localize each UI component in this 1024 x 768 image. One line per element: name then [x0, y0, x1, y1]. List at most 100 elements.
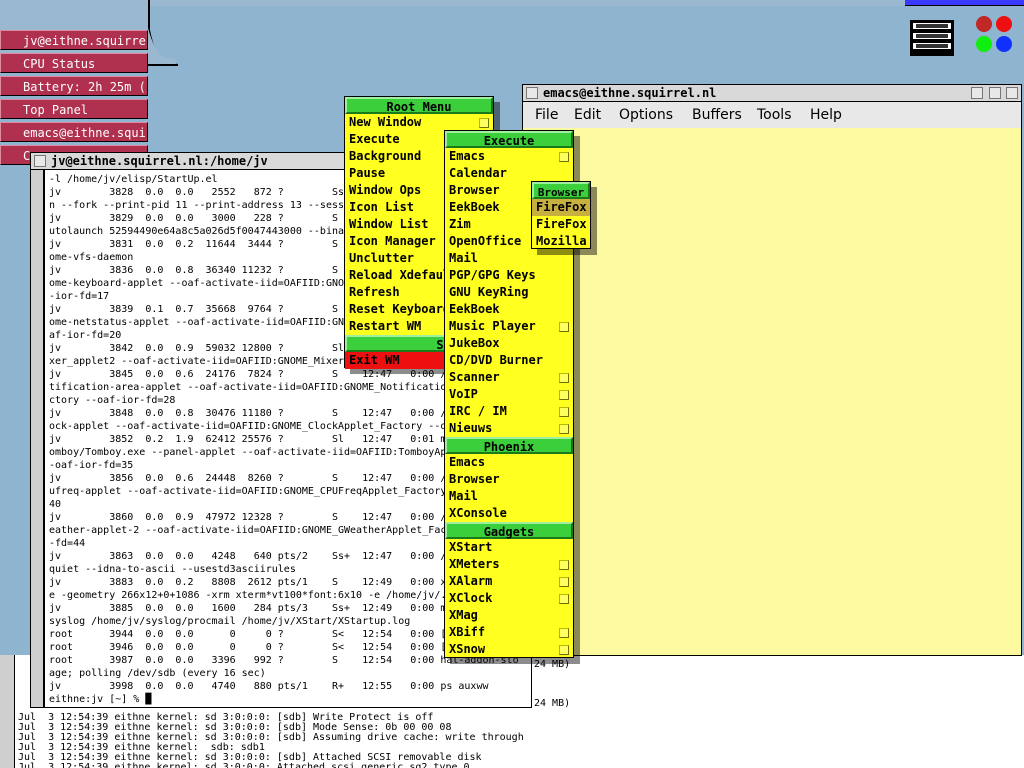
phoenix-item-mail[interactable]: Mail	[445, 488, 573, 505]
browser-item-mozilla[interactable]: Mozilla	[532, 233, 590, 250]
maximize-button[interactable]	[989, 87, 1001, 99]
phoenix-item-emacs[interactable]: Emacs	[445, 454, 573, 471]
browser-item-label: Mozilla	[536, 234, 587, 248]
close-button[interactable]	[1006, 87, 1018, 99]
panel-item-terminal[interactable]: jv@eithne.squirrel	[0, 30, 148, 50]
console-scrollbar[interactable]	[0, 655, 15, 768]
gadgets-item-xsnow[interactable]: XSnow	[445, 641, 573, 658]
root-menu-item-label: Icon Manager	[349, 234, 436, 248]
emacs-titlebar[interactable]: emacs@eithne.squirrel.nl	[522, 84, 1022, 102]
panel-item-battery[interactable]: Battery: 2h 25m (-	[0, 76, 148, 96]
execute-menu-item-pgp-gpg-keys[interactable]: PGP/GPG Keys	[445, 267, 573, 284]
execute-menu-item-label: Emacs	[449, 149, 486, 163]
submenu-arrow-icon	[479, 118, 489, 128]
execute-menu-item-label: Zim	[449, 217, 471, 231]
menu-help[interactable]: Help	[810, 107, 842, 123]
panel-item-emacs[interactable]: emacs@eithne.squir	[0, 122, 148, 142]
gadgets-item-xalarm[interactable]: XAlarm	[445, 573, 573, 590]
window-menu-button[interactable]	[34, 155, 46, 167]
submenu-arrow-icon	[559, 152, 569, 162]
root-menu-item-label: Reload Xdefaul	[349, 268, 451, 282]
console-fragment: 24 MB)	[534, 659, 571, 670]
execute-menu-item-cd-dvd-burner[interactable]: CD/DVD Burner	[445, 352, 573, 369]
menu-tools[interactable]: Tools	[757, 107, 792, 123]
browser-item-firefox[interactable]: FireFox	[532, 199, 590, 216]
execute-menu-item-scanner[interactable]: Scanner	[445, 369, 573, 386]
shelf-icon[interactable]	[908, 14, 958, 60]
console-fragment: 24 MB)	[534, 698, 571, 709]
execute-menu-item-calendar[interactable]: Calendar	[445, 165, 573, 182]
gadgets-item-label: XStart	[449, 540, 493, 554]
submenu-arrow-icon	[559, 322, 569, 332]
execute-menu-title: Execute	[445, 131, 573, 148]
green-light-icon	[976, 36, 992, 52]
execute-menu-item-label: PGP/GPG Keys	[449, 268, 536, 282]
execute-menu-item-emacs[interactable]: Emacs	[445, 148, 573, 165]
gadgets-item-label: XMag	[449, 608, 478, 622]
execute-menu-item-nieuws[interactable]: Nieuws	[445, 420, 573, 437]
panel-item-top-panel[interactable]: Top Panel	[0, 99, 148, 119]
browser-menu-title: Browser	[532, 182, 590, 199]
submenu-arrow-icon	[559, 594, 569, 604]
root-menu-item-label: Window Ops	[349, 183, 422, 197]
root-menu-item-label: Pause	[349, 166, 386, 180]
root-menu-item-label: Background	[349, 149, 422, 163]
root-menu-item-label: Unclutter	[349, 251, 415, 265]
execute-menu-item-irc-im[interactable]: IRC / IM	[445, 403, 573, 420]
execute-menu-item-label: Calendar	[449, 166, 507, 180]
execute-menu-item-mail[interactable]: Mail	[445, 250, 573, 267]
gadgets-item-xclock[interactable]: XClock	[445, 590, 573, 607]
browser-item-firefox[interactable]: FireFox	[532, 216, 590, 233]
gadgets-item-label: XBiff	[449, 625, 486, 639]
phoenix-item-browser[interactable]: Browser	[445, 471, 573, 488]
status-lights	[970, 14, 1020, 54]
menu-options[interactable]: Options	[619, 107, 673, 123]
terminal-line: jv 3998 0.0 0.0 4740 880 pts/1 R+ 12:55 …	[49, 681, 489, 692]
top-right-status-bar	[905, 0, 1024, 6]
console-line: Jul 3 12:54:39 eithne kernel: sd 3:0:0:0…	[18, 762, 470, 768]
execute-menu-item-music-player[interactable]: Music Player	[445, 318, 573, 335]
iconify-button[interactable]	[971, 87, 983, 99]
root-menu-item-label: Window List	[349, 217, 429, 231]
execute-menu-item-label: OpenOffice	[449, 234, 522, 248]
phoenix-item-xconsole[interactable]: XConsole	[445, 505, 573, 522]
submenu-arrow-icon	[559, 390, 569, 400]
submenu-arrow-icon	[559, 407, 569, 417]
execute-menu-item-label: EekBoek	[449, 302, 500, 316]
gadgets-item-xbiff[interactable]: XBiff	[445, 624, 573, 641]
terminal-line: eithne:jv [~] % █	[49, 694, 152, 705]
execute-menu-item-gnu-keyring[interactable]: GNU KeyRing	[445, 284, 573, 301]
gadgets-item-xstart[interactable]: XStart	[445, 539, 573, 556]
gadgets-item-xmeters[interactable]: XMeters	[445, 556, 573, 573]
menu-file[interactable]: File	[535, 107, 558, 123]
root-menu-item-label: New Window	[349, 115, 422, 129]
execute-menu-item-label: Mail	[449, 251, 478, 265]
execute-menu-item-voip[interactable]: VoIP	[445, 386, 573, 403]
submenu-arrow-icon	[559, 628, 569, 638]
panel-item-cpu-status[interactable]: CPU Status	[0, 53, 148, 73]
root-menu-item-label: Icon List	[349, 200, 415, 214]
root-menu-item-label: Refresh	[349, 285, 400, 299]
menu-edit[interactable]: Edit	[574, 107, 601, 123]
emacs-menubar: File Edit Options Buffers Tools Help	[522, 102, 1022, 128]
gadgets-title: Gadgets	[445, 522, 573, 539]
phoenix-title: Phoenix	[445, 437, 573, 454]
gadgets-item-label: XAlarm	[449, 574, 493, 588]
emacs-buffer[interactable]	[522, 128, 1022, 656]
execute-menu-item-eekboek[interactable]: EekBoek	[445, 301, 573, 318]
console-log: Jul 3 12:54:39 eithne kernel: sd 3:0:0:0…	[18, 713, 524, 768]
execute-menu-item-label: VoIP	[449, 387, 478, 401]
phoenix-item-label: Mail	[449, 489, 478, 503]
execute-menu-item-label: CD/DVD Burner	[449, 353, 543, 367]
window-menu-button[interactable]	[526, 87, 538, 99]
blue-light-icon	[996, 36, 1012, 52]
execute-menu-item-jukebox[interactable]: JukeBox	[445, 335, 573, 352]
gadgets-item-xmag[interactable]: XMag	[445, 607, 573, 624]
terminal-scrollbar[interactable]	[30, 170, 44, 708]
submenu-arrow-icon	[559, 424, 569, 434]
root-menu-item-new-window[interactable]: New Window	[345, 114, 493, 131]
gadgets-item-label: XSnow	[449, 642, 486, 656]
menu-buffers[interactable]: Buffers	[692, 107, 742, 123]
execute-menu-item-label: Browser	[449, 183, 500, 197]
phoenix-item-label: Browser	[449, 472, 500, 486]
